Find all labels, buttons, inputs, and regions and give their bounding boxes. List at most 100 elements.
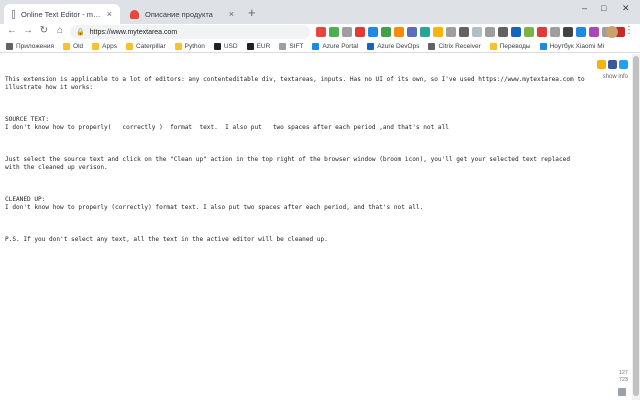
bookmark-icon — [92, 42, 100, 50]
extension-icon[interactable] — [446, 27, 456, 37]
bookmark-item[interactable]: USD — [213, 42, 238, 50]
bookmark-item[interactable]: Ноутбук Xiaomi Mi — [539, 42, 605, 50]
bookmark-item[interactable]: Приложения — [6, 42, 55, 50]
extension-icon[interactable] — [381, 27, 391, 37]
extension-icon[interactable] — [459, 27, 469, 37]
editor-ps: P.S. If you don't select any text, all t… — [5, 236, 328, 243]
bookmark-item[interactable]: Citrix Receiver — [428, 42, 481, 50]
lock-icon: 🔒 — [76, 29, 85, 36]
word-count: 723 — [618, 377, 628, 383]
text-editor[interactable]: This extension is applicable to a lot of… — [5, 60, 585, 268]
scrollbar[interactable] — [632, 54, 640, 400]
browser-menu-icon[interactable]: ⋮ — [624, 25, 634, 36]
bookmark-icon — [489, 42, 497, 50]
extension-icon[interactable] — [368, 27, 378, 37]
tab-title: Online Text Editor - myTextarea — [21, 9, 103, 19]
bookmark-icon — [6, 42, 13, 50]
forward-icon[interactable]: → — [22, 25, 34, 36]
bookmark-icon — [174, 42, 182, 50]
bookmark-label: USD — [223, 42, 238, 50]
bookmark-label: Azure Portal — [322, 42, 359, 50]
extension-icon[interactable] — [355, 27, 365, 37]
save-icon[interactable] — [618, 388, 626, 396]
bookmark-label: Caterpillar — [135, 42, 166, 50]
settings-icon[interactable] — [597, 60, 606, 69]
bookmark-item[interactable]: Caterpillar — [125, 42, 166, 50]
tab-mytextarea[interactable]: Online Text Editor - myTextarea × — [4, 4, 120, 24]
bookmark-icon — [213, 42, 221, 50]
scrollbar-thumb[interactable] — [633, 56, 639, 396]
product-favicon-icon — [130, 9, 139, 19]
extension-icon[interactable] — [524, 27, 534, 37]
bookmark-label: Ноутбук Xiaomi Mi — [549, 42, 605, 50]
address-bar[interactable]: 🔒 https://www.mytextarea.com — [70, 25, 310, 39]
bookmark-item[interactable]: Azure Portal — [312, 42, 359, 50]
extension-icon[interactable] — [550, 27, 560, 37]
bookmark-item[interactable]: Old — [63, 42, 84, 50]
extension-icon[interactable] — [485, 27, 495, 37]
extension-icon[interactable] — [433, 27, 443, 37]
extension-icon[interactable] — [407, 27, 417, 37]
extension-icon[interactable] — [342, 27, 352, 37]
extension-icon[interactable] — [420, 27, 430, 37]
bookmark-icon — [367, 42, 375, 50]
editor-cleaned-block: CLEANED UP: I don't know how to properly … — [5, 196, 585, 212]
source-text: I don't know how to properly( correctly … — [5, 124, 449, 131]
browser-toolbar: ← → ↻ ⌂ 🔒 https://www.mytextarea.com ⋮ — [0, 24, 640, 40]
extension-icon[interactable] — [511, 27, 521, 37]
bookmark-label: Old — [73, 42, 84, 50]
share-panel: show info — [588, 60, 628, 80]
bookmark-label: Azure DevOps — [377, 42, 420, 50]
minimize-icon[interactable]: – — [582, 3, 587, 13]
extension-icon[interactable] — [394, 27, 404, 37]
bookmark-item[interactable]: Python — [174, 42, 205, 50]
facebook-icon[interactable] — [608, 60, 617, 69]
bookmark-icon — [279, 42, 287, 50]
bookmark-item[interactable]: Переводы — [489, 42, 531, 50]
extension-icons — [316, 27, 625, 37]
bookmark-item[interactable]: EUR — [246, 42, 271, 50]
twitter-icon[interactable] — [619, 60, 628, 69]
back-icon[interactable]: ← — [6, 25, 18, 36]
bookmark-icon — [312, 42, 320, 50]
text-counts: 127 723 — [612, 370, 628, 384]
mytextarea-favicon-icon — [12, 9, 15, 19]
profile-avatar[interactable] — [606, 26, 618, 38]
bookmark-icon — [63, 42, 71, 50]
extension-icon[interactable] — [537, 27, 547, 37]
extension-icon[interactable] — [329, 27, 339, 37]
reload-icon[interactable]: ↻ — [38, 25, 50, 36]
bookmark-item[interactable]: Apps — [92, 42, 117, 50]
editor-intro: This extension is applicable to a lot of… — [5, 76, 589, 91]
tab-product-description[interactable]: Описание продукта × — [122, 4, 242, 24]
show-info-link[interactable]: show info — [588, 74, 628, 80]
bookmark-label: Переводы — [499, 42, 531, 50]
bookmark-item[interactable]: Azure DevOps — [367, 42, 420, 50]
bookmark-icon — [246, 42, 254, 50]
editor-source-block: SOURCE TEXT: I don't know how to properly… — [5, 116, 585, 132]
extension-icon[interactable] — [589, 27, 599, 37]
tab-close-icon[interactable]: × — [229, 9, 234, 19]
bookmark-item[interactable]: SIFT — [279, 42, 303, 50]
extension-icon[interactable] — [576, 27, 586, 37]
bookmarks-bar: Приложения Old Apps Caterpillar Python USD EUR… — [0, 40, 640, 53]
extension-icon[interactable] — [498, 27, 508, 37]
bookmark-label: Приложения — [16, 42, 55, 50]
tab-title: Описание продукта — [145, 9, 213, 19]
bookmark-icon — [125, 42, 133, 50]
tab-close-icon[interactable]: × — [107, 9, 112, 19]
extension-icon[interactable] — [563, 27, 573, 37]
new-tab-button[interactable]: + — [248, 5, 256, 20]
cleaned-heading: CLEANED UP: — [5, 196, 46, 203]
home-icon[interactable]: ⌂ — [54, 25, 66, 36]
maximize-icon[interactable]: □ — [601, 3, 606, 13]
bookmark-icon — [428, 42, 436, 50]
bookmark-label: EUR — [256, 42, 271, 50]
extension-icon[interactable] — [472, 27, 482, 37]
extension-icon[interactable] — [316, 27, 326, 37]
window-close-icon[interactable]: ✕ — [622, 3, 630, 14]
bookmark-icon — [539, 42, 547, 50]
bookmark-label: Python — [184, 42, 205, 50]
address-url: https://www.mytextarea.com — [89, 28, 178, 36]
cleaned-text: I don't know how to properly (correctly)… — [5, 204, 424, 211]
